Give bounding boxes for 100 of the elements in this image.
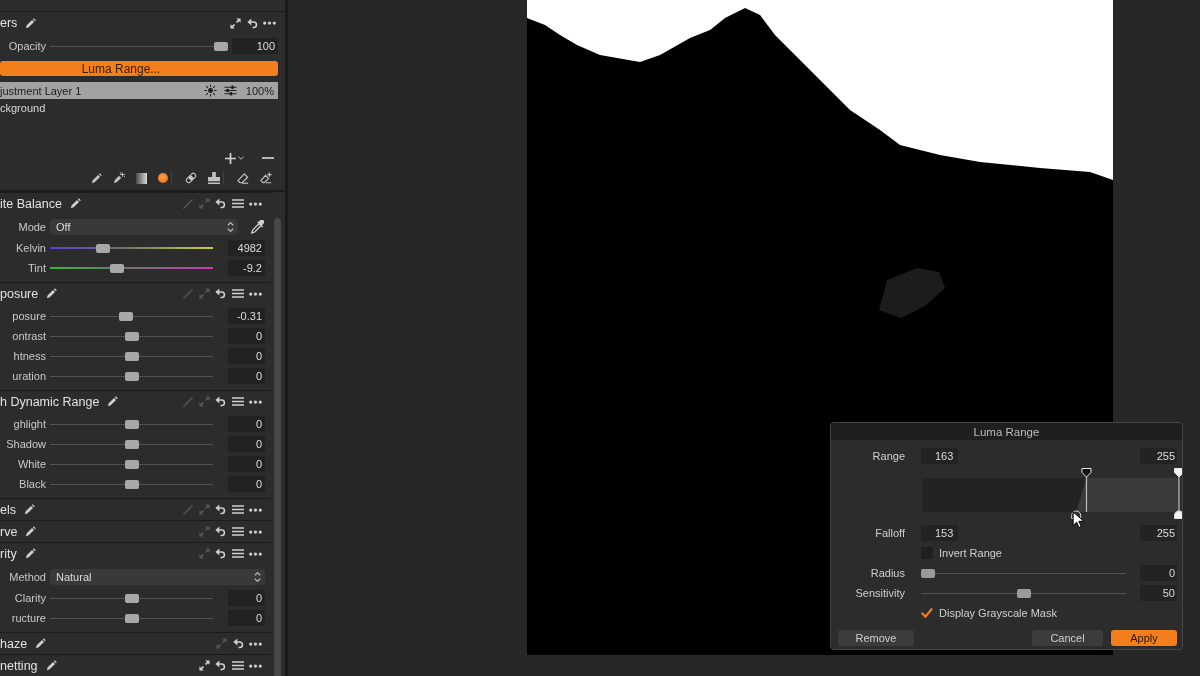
checkbox[interactable]: [921, 607, 933, 619]
value-field[interactable]: 0: [228, 590, 265, 606]
undo-icon[interactable]: [215, 660, 226, 671]
menu-icon[interactable]: [231, 505, 244, 514]
sliders-icon[interactable]: [223, 85, 237, 96]
slider-thumb[interactable]: [1016, 588, 1031, 598]
falloff-handle[interactable]: [1174, 510, 1182, 519]
slider-thumb[interactable]: [109, 263, 124, 273]
dialog-button[interactable]: Remove: [838, 630, 914, 646]
value-field[interactable]: 0: [228, 348, 265, 364]
brush-icon[interactable]: [25, 526, 37, 537]
slider-thumb[interactable]: [214, 41, 228, 51]
slider-thumb[interactable]: [124, 459, 139, 469]
magic-brush-icon[interactable]: [113, 172, 125, 184]
slider-thumb[interactable]: [124, 439, 139, 449]
slider-thumb[interactable]: [124, 613, 139, 623]
value-field[interactable]: 0: [228, 416, 265, 432]
section-title[interactable]: h Dynamic Range: [0, 394, 100, 409]
scrollbar[interactable]: [274, 218, 281, 676]
menu-icon[interactable]: [231, 527, 244, 536]
bandage-icon[interactable]: [185, 172, 197, 184]
slider-thumb[interactable]: [118, 311, 133, 321]
undo-icon[interactable]: [232, 638, 244, 649]
stamp-icon[interactable]: [208, 172, 220, 184]
range-high-field[interactable]: 255: [1140, 448, 1177, 464]
undo-icon[interactable]: [246, 17, 258, 29]
slider-thumb[interactable]: [124, 331, 139, 341]
more-icon[interactable]: [249, 201, 262, 206]
falloff-high-field[interactable]: 255: [1140, 525, 1177, 541]
magic-eraser-icon[interactable]: [260, 172, 272, 184]
section-title[interactable]: rve: [0, 524, 18, 539]
range-handle[interactable]: [1081, 468, 1092, 513]
more-icon[interactable]: [249, 507, 262, 512]
brush-icon[interactable]: [45, 660, 57, 671]
more-icon[interactable]: [249, 399, 262, 404]
layer-row[interactable]: justment Layer 1 100%: [0, 82, 278, 99]
value-field[interactable]: 50: [1140, 585, 1177, 601]
more-icon[interactable]: [249, 663, 262, 668]
section-title[interactable]: rity: [0, 546, 17, 561]
brush-icon[interactable]: [69, 198, 81, 209]
menu-icon[interactable]: [231, 199, 244, 208]
brush-icon[interactable]: [25, 17, 37, 29]
sun-icon[interactable]: [203, 84, 217, 97]
layer-row[interactable]: ckground: [0, 99, 278, 116]
mask-button[interactable]: Luma Range...: [0, 61, 278, 76]
menu-icon[interactable]: [231, 661, 244, 670]
value-field[interactable]: 0: [228, 610, 265, 626]
more-icon[interactable]: [249, 551, 262, 556]
slider-thumb[interactable]: [124, 479, 139, 489]
caret-icon[interactable]: [238, 156, 244, 160]
slider-thumb[interactable]: [96, 243, 111, 253]
undo-icon[interactable]: [215, 548, 226, 559]
menu-icon[interactable]: [231, 289, 244, 298]
slider-thumb[interactable]: [921, 568, 935, 578]
dot-icon[interactable]: [158, 173, 168, 183]
undo-icon[interactable]: [215, 396, 226, 407]
section-title[interactable]: netting: [0, 658, 38, 673]
undo-icon[interactable]: [215, 288, 226, 299]
value-field[interactable]: 0: [228, 368, 265, 384]
slider-thumb[interactable]: [124, 371, 139, 381]
falloff-low-field[interactable]: 153: [921, 525, 958, 541]
value-field[interactable]: 100: [232, 38, 278, 54]
undo-icon[interactable]: [215, 526, 226, 537]
more-icon[interactable]: [263, 21, 276, 25]
section-title[interactable]: ite Balance: [0, 196, 62, 211]
section-title[interactable]: posure: [0, 286, 39, 301]
more-icon[interactable]: [249, 641, 262, 646]
slider-thumb[interactable]: [124, 351, 139, 361]
value-field[interactable]: 0: [228, 456, 265, 472]
eyedropper-icon[interactable]: [251, 220, 265, 234]
slider-thumb[interactable]: [124, 593, 139, 603]
brush-icon[interactable]: [91, 172, 102, 184]
brush-icon[interactable]: [46, 288, 58, 299]
menu-icon[interactable]: [231, 397, 244, 406]
value-field[interactable]: 0: [228, 476, 265, 492]
menu-icon[interactable]: [231, 549, 244, 558]
slider-thumb[interactable]: [124, 419, 139, 429]
plus-icon[interactable]: [225, 152, 236, 164]
brush-icon[interactable]: [24, 548, 36, 559]
value-field[interactable]: -9.2: [228, 260, 265, 276]
brush-icon[interactable]: [35, 638, 47, 649]
diagonal-arrows-icon[interactable]: [230, 17, 241, 29]
value-field[interactable]: 4982: [228, 240, 265, 256]
range-low-field[interactable]: 163: [921, 448, 958, 464]
value-field[interactable]: 0: [228, 328, 265, 344]
value-field[interactable]: 0: [228, 436, 265, 452]
value-field[interactable]: 0: [1140, 565, 1177, 581]
eraser-icon[interactable]: [237, 172, 249, 184]
value-field[interactable]: -0.31: [228, 308, 265, 324]
section-title[interactable]: haze: [0, 636, 28, 651]
undo-icon[interactable]: [215, 504, 226, 515]
dropdown[interactable]: Off: [50, 219, 238, 235]
section-title[interactable]: els: [0, 502, 16, 517]
undo-icon[interactable]: [215, 198, 226, 209]
dialog-button[interactable]: Apply: [1111, 630, 1177, 646]
dropdown[interactable]: Natural: [50, 569, 265, 585]
gradient-icon[interactable]: [136, 172, 147, 184]
more-icon[interactable]: [249, 529, 262, 534]
diagonal-arrows-icon[interactable]: [198, 660, 210, 671]
dialog-button[interactable]: Cancel: [1032, 630, 1103, 646]
